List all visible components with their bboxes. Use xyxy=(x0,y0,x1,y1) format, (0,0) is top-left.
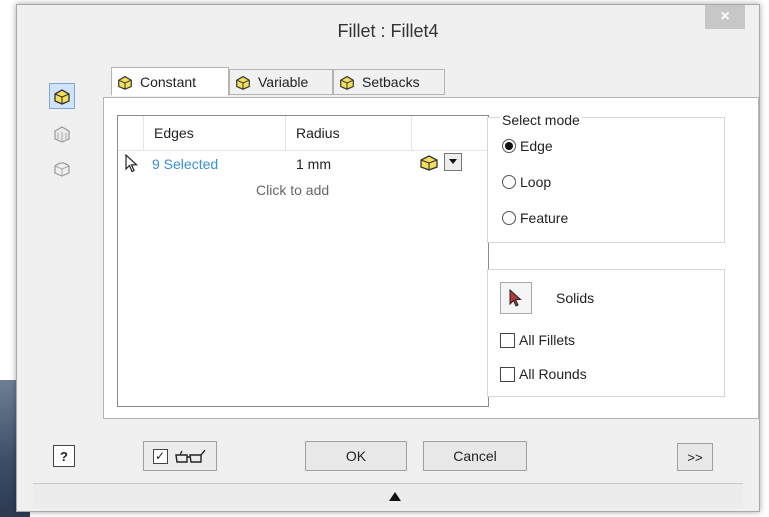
radio-feature-indicator[interactable] xyxy=(502,211,516,225)
help-icon: ? xyxy=(60,448,68,464)
radio-edge[interactable]: Edge xyxy=(502,138,553,154)
preview-toggle[interactable]: ✓ xyxy=(143,441,217,471)
solids-group: Solids All Fillets All Rounds xyxy=(487,269,725,397)
solids-select-button[interactable] xyxy=(500,282,532,314)
radio-loop[interactable]: Loop xyxy=(502,174,551,190)
fillet-type-dropdown-button[interactable] xyxy=(444,153,462,171)
cancel-button[interactable]: Cancel xyxy=(423,441,527,471)
select-arrow-icon xyxy=(509,289,522,307)
check-icon: ✓ xyxy=(154,449,166,463)
tab-variable[interactable]: Variable xyxy=(229,69,333,95)
all-fillets-option[interactable]: All Fillets xyxy=(500,332,575,348)
close-button[interactable]: × xyxy=(705,5,745,29)
fillet-setbacks-icon xyxy=(340,75,354,90)
face-fillet-button[interactable] xyxy=(49,121,75,147)
radio-feature[interactable]: Feature xyxy=(502,210,568,226)
tab-setbacks[interactable]: Setbacks xyxy=(333,69,445,95)
select-mode-group: Select mode Edge Loop Feature xyxy=(487,112,725,243)
preview-checkbox[interactable]: ✓ xyxy=(152,448,168,464)
edges-selection[interactable]: 9 Selected xyxy=(152,156,218,172)
tab-variable-label: Variable xyxy=(258,74,309,90)
fillet-dialog: Fillet : Fillet4 × Constant Variable Set… xyxy=(16,4,760,512)
radius-value[interactable]: 1 mm xyxy=(296,156,331,172)
face-fillet-icon xyxy=(54,126,70,143)
cursor-arrow-icon xyxy=(125,154,139,173)
header-radius: Radius xyxy=(286,116,412,150)
radio-edge-label: Edge xyxy=(520,138,553,154)
radio-feature-label: Feature xyxy=(520,210,569,226)
collapse-strip[interactable] xyxy=(33,483,743,508)
all-rounds-label: All Rounds xyxy=(519,366,587,382)
chevron-down-icon xyxy=(449,159,457,164)
edges-grid: Edges Radius 9 Selected 1 mm Click to ad… xyxy=(117,115,489,407)
fillet-type-icon[interactable] xyxy=(418,152,440,172)
tab-constant[interactable]: Constant xyxy=(111,67,229,96)
grid-header-spacer xyxy=(118,116,144,150)
tab-constant-label: Constant xyxy=(140,73,197,90)
preview-glasses-icon xyxy=(174,449,206,463)
full-round-fillet-icon xyxy=(54,162,70,177)
grid-header-extra xyxy=(412,116,486,150)
fillet-constant-icon xyxy=(118,75,132,90)
ok-button[interactable]: OK xyxy=(305,441,407,471)
tab-setbacks-label: Setbacks xyxy=(362,74,420,90)
edge-fillet-button[interactable] xyxy=(49,83,75,109)
select-mode-label: Select mode xyxy=(500,112,582,128)
full-round-fillet-button[interactable] xyxy=(49,155,75,181)
click-to-add-row[interactable]: Click to add xyxy=(256,182,329,198)
all-rounds-option[interactable]: All Rounds xyxy=(500,366,587,382)
solids-label: Solids xyxy=(556,290,595,306)
radio-edge-indicator[interactable] xyxy=(502,139,516,153)
row-tools xyxy=(418,152,462,172)
dialog-title: Fillet : Fillet4 xyxy=(337,21,439,41)
radio-loop-indicator[interactable] xyxy=(502,175,516,189)
fillet-variable-icon xyxy=(236,75,250,90)
grid-header: Edges Radius xyxy=(118,116,488,151)
all-fillets-checkbox[interactable] xyxy=(500,332,515,348)
expand-button[interactable]: >> xyxy=(677,443,713,471)
triangle-up-icon[interactable] xyxy=(389,492,401,502)
all-fillets-label: All Fillets xyxy=(519,332,576,348)
header-edges: Edges xyxy=(144,116,286,150)
help-button[interactable]: ? xyxy=(53,445,75,467)
all-rounds-checkbox[interactable] xyxy=(500,366,515,382)
radio-loop-label: Loop xyxy=(520,174,552,190)
edge-fillet-icon xyxy=(54,89,70,105)
